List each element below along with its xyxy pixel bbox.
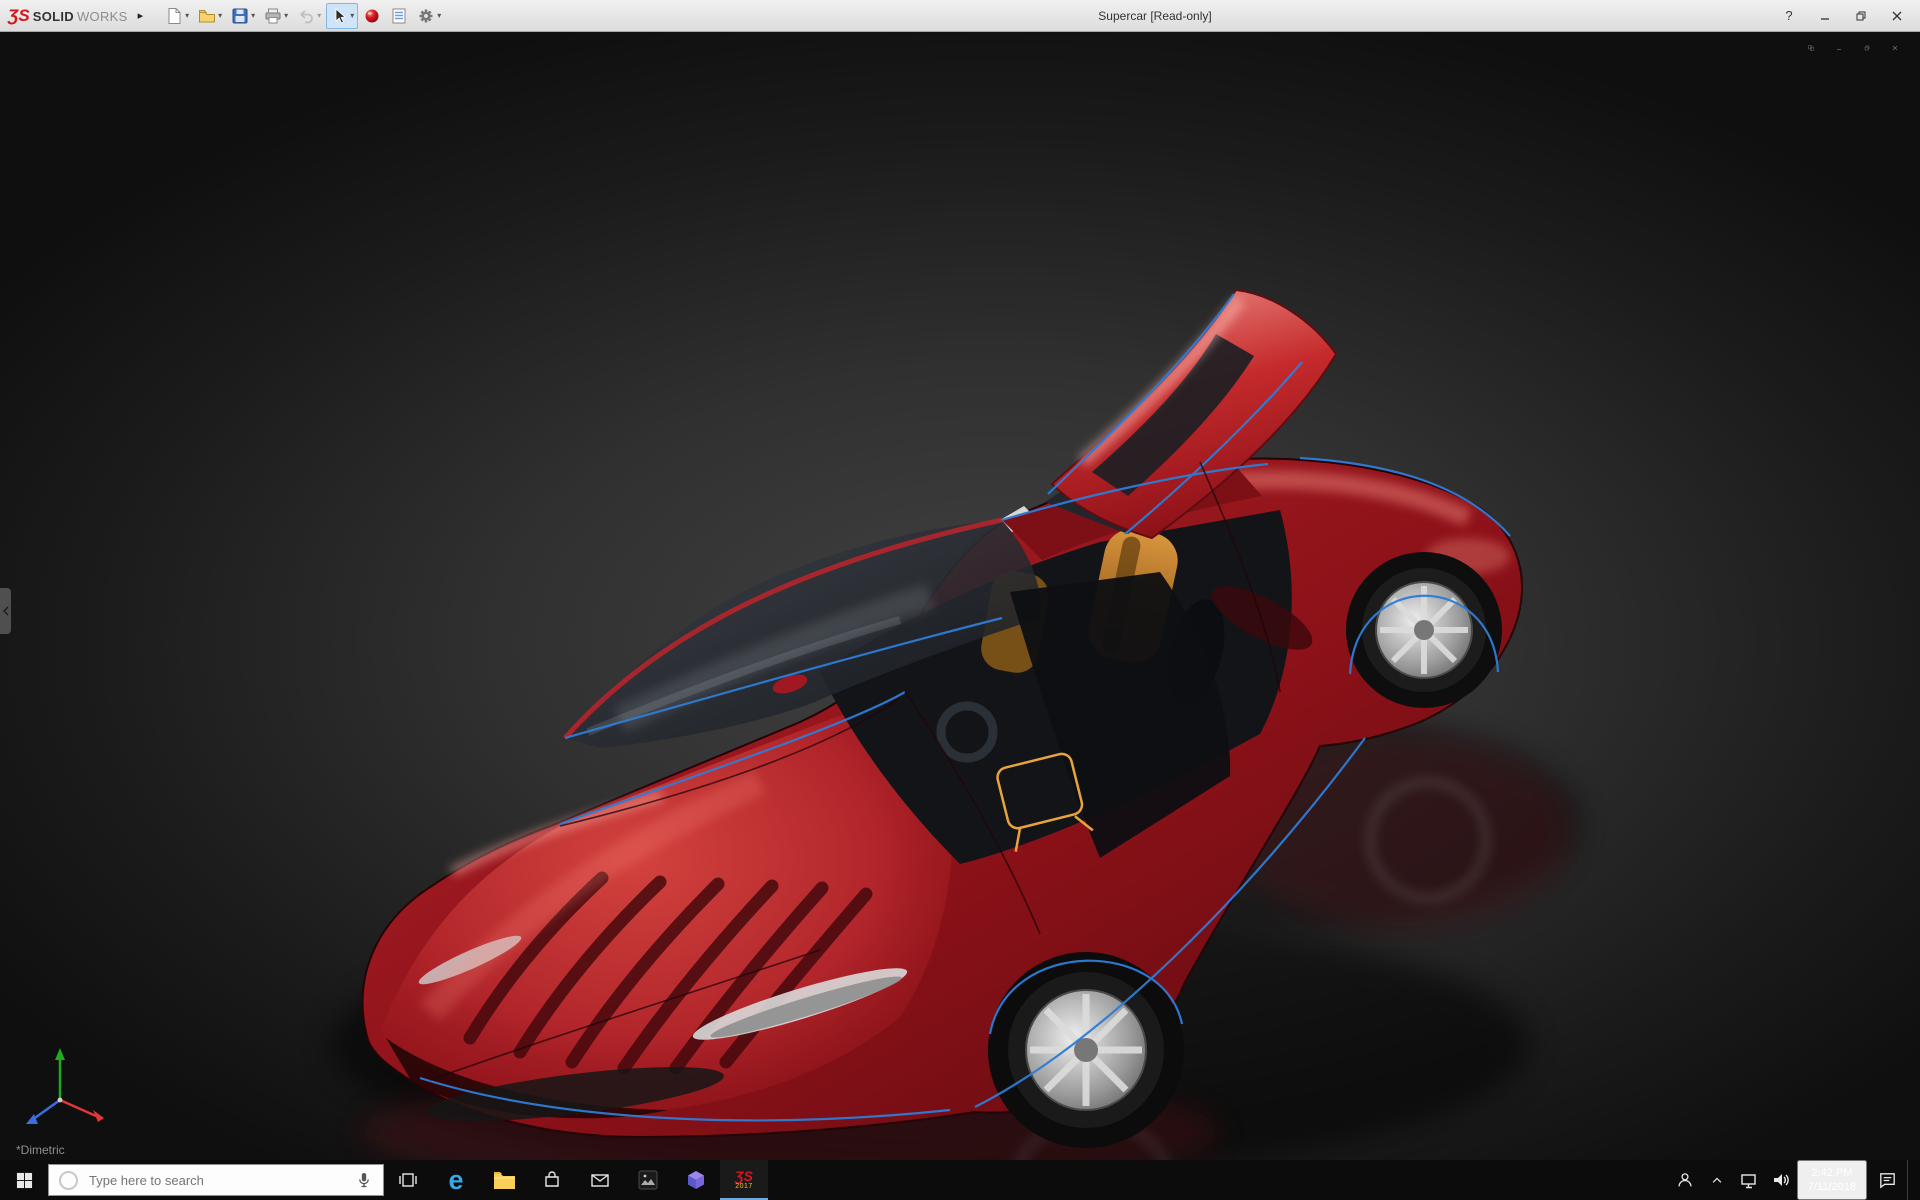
print-button[interactable]: ▾ [260,3,292,29]
open-button[interactable]: ▾ [194,3,226,29]
minimize-icon [1819,10,1831,22]
solidworks-logo: ƷS SOLID WORKS [8,6,128,26]
undo-dropdown-caret[interactable]: ▾ [317,11,321,20]
task-view-icon [397,1169,419,1191]
scene-canvas[interactable] [0,32,1920,1160]
start-button[interactable] [0,1160,48,1200]
volume-icon [1771,1170,1791,1190]
new-dropdown-caret[interactable]: ▾ [185,11,189,20]
solidworks-version-badge: 2017 [735,1183,753,1191]
screen: ƷS SOLID WORKS ▸ ▾ ▾ ▾ ▾ [0,0,1920,1200]
network-button[interactable] [1733,1160,1765,1200]
file-explorer-icon [493,1170,516,1190]
orientation-triad[interactable] [14,1042,114,1134]
restore-document-icon [1864,42,1870,54]
windows-logo-icon [16,1172,33,1189]
app-icon-edge[interactable]: e [432,1160,480,1200]
select-dropdown-caret[interactable]: ▾ [350,11,354,20]
tile-window-icon [1808,42,1814,54]
new-document-button[interactable]: ▾ [161,3,193,29]
quick-access-toolbar: ▾ ▾ ▾ ▾ ▾ ▾ [161,3,445,29]
open-folder-icon [198,7,216,25]
solidworks-logo-glyph: ƷS [8,6,30,26]
app-icon-photos[interactable] [624,1160,672,1200]
chevron-left-icon [2,606,9,616]
print-icon [264,7,282,25]
hidden-icons-button[interactable] [1701,1160,1733,1200]
close-button[interactable] [1882,4,1912,28]
view-orientation-label: *Dimetric [16,1143,65,1157]
volume-button[interactable] [1765,1160,1797,1200]
brand-text-solid: SOLID [33,9,74,24]
brand-text-works: WORKS [77,9,128,24]
restore-button[interactable] [1846,4,1876,28]
edge-icon: e [448,1168,463,1192]
taskbar-clock[interactable]: 2:42 PM 7/11/2018 [1797,1160,1867,1200]
options-gear-icon [417,7,435,25]
microphone-icon[interactable] [355,1171,373,1189]
people-button[interactable] [1669,1160,1701,1200]
undo-button[interactable]: ▾ [293,3,325,29]
document-window-controls [1802,40,1904,55]
options-dropdown-caret[interactable]: ▾ [437,11,441,20]
restore-icon [1855,10,1867,22]
rear-wheel[interactable] [1346,552,1502,708]
save-button[interactable]: ▾ [227,3,259,29]
cortana-icon[interactable] [59,1171,78,1190]
cube-icon [685,1169,707,1191]
close-document-button[interactable] [1886,40,1904,55]
window-controls: ? [1774,4,1912,28]
clock-date: 7/11/2018 [1808,1180,1856,1194]
file-properties-icon [390,7,408,25]
print-dropdown-caret[interactable]: ▾ [284,11,288,20]
close-icon [1891,10,1903,22]
new-document-icon [165,7,183,25]
taskbar: e ƷS 2017 [0,1160,1920,1200]
document-title: Supercar [Read-only] [540,9,1770,23]
tile-document-button[interactable] [1802,40,1820,55]
system-tray: 2:42 PM 7/11/2018 [1669,1160,1920,1200]
chevron-up-icon [1710,1173,1724,1187]
app-icon-solidworks-2017[interactable]: ƷS 2017 [720,1160,768,1200]
photos-icon [637,1169,659,1191]
restore-document-button[interactable] [1858,40,1876,55]
taskbar-search[interactable] [48,1164,384,1196]
select-cursor-icon [330,7,348,25]
search-input[interactable] [87,1172,346,1189]
feature-manager-collapsed-tab[interactable] [0,588,11,634]
action-center-icon [1877,1170,1898,1191]
minimize-document-icon [1836,42,1842,54]
app-icon-store[interactable] [528,1160,576,1200]
options-button[interactable]: ▾ [413,3,445,29]
app-icon-3d-viewer[interactable] [672,1160,720,1200]
titlebar: ƷS SOLID WORKS ▸ ▾ ▾ ▾ ▾ [0,0,1920,32]
close-document-icon [1892,42,1898,54]
action-center-button[interactable] [1867,1160,1907,1200]
app-icon-file-explorer[interactable] [480,1160,528,1200]
solidworks-app-glyph: ƷS [735,1170,753,1183]
people-icon [1675,1170,1695,1190]
clock-time: 2:42 PM [1811,1166,1852,1180]
appearance-ball-icon [363,7,381,25]
store-bag-icon [541,1169,563,1191]
mail-envelope-icon [589,1169,611,1191]
select-button[interactable]: ▾ [326,3,358,29]
network-icon [1739,1171,1758,1190]
save-dropdown-caret[interactable]: ▾ [251,11,255,20]
triad-y-axis[interactable] [55,1048,65,1060]
open-dropdown-caret[interactable]: ▾ [218,11,222,20]
app-icon-mail[interactable] [576,1160,624,1200]
minimize-button[interactable] [1810,4,1840,28]
appearances-button[interactable] [359,3,385,29]
show-desktop-button[interactable] [1907,1160,1920,1200]
minimize-document-button[interactable] [1830,40,1848,55]
file-properties-button[interactable] [386,3,412,29]
menu-expand-arrow[interactable]: ▸ [136,7,146,24]
help-button[interactable]: ? [1774,4,1804,28]
save-icon [231,7,249,25]
graphics-viewport[interactable]: *Dimetric [0,32,1920,1160]
undo-icon [297,7,315,25]
task-view-button[interactable] [384,1160,432,1200]
